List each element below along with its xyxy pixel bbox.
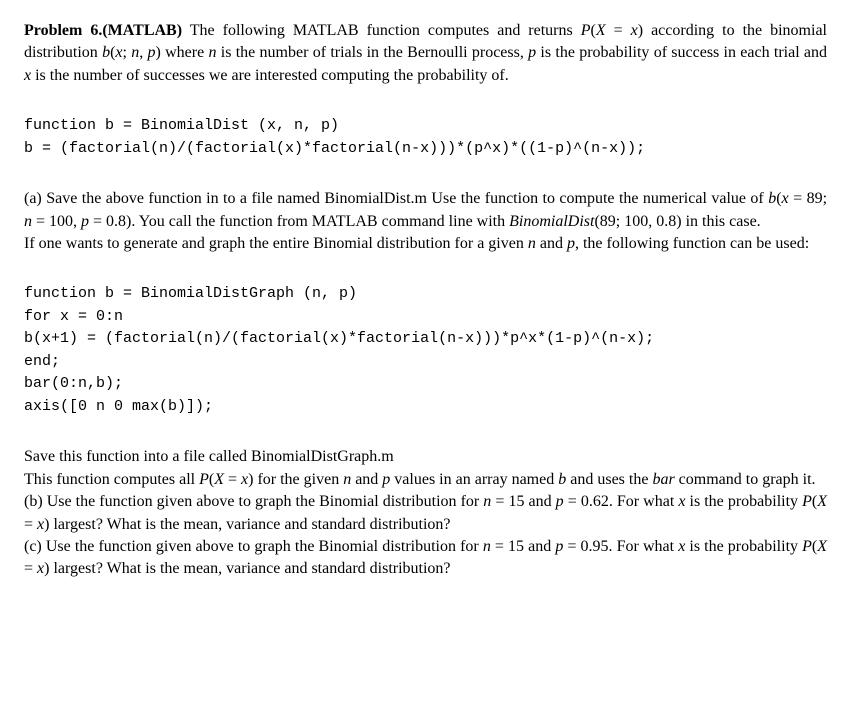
- part-b-text: (b) Use the function given above to grap…: [24, 493, 827, 532]
- code-block-2: function b = BinomialDistGraph (n, p) fo…: [24, 283, 827, 418]
- part-c: (c) Use the function given above to grap…: [24, 536, 827, 581]
- save-text-1: Save this function into a file called Bi…: [24, 448, 394, 465]
- part-a-text: (a) Save the above function in to a file…: [24, 190, 827, 229]
- code-line: end;: [24, 353, 60, 370]
- code-line: bar(0:n,b);: [24, 375, 123, 392]
- problem-title: Problem 6.(MATLAB): [24, 22, 182, 39]
- code-line: function b = BinomialDistGraph (n, p): [24, 285, 357, 302]
- code-block-1: function b = BinomialDist (x, n, p) b = …: [24, 115, 827, 160]
- part-a: (a) Save the above function in to a file…: [24, 188, 827, 255]
- code-line: function b = BinomialDist (x, n, p): [24, 117, 339, 134]
- save-text-2: This function computes all P(X = x) for …: [24, 471, 816, 488]
- part-c-text: (c) Use the function given above to grap…: [24, 538, 827, 577]
- part-a-text-2: If one wants to generate and graph the e…: [24, 235, 809, 252]
- code-line: b(x+1) = (factorial(n)/(factorial(x)*fac…: [24, 330, 654, 347]
- function-name-italic: BinomialDist: [509, 213, 594, 230]
- code-line: for x = 0:n: [24, 308, 123, 325]
- part-b: (b) Use the function given above to grap…: [24, 491, 827, 536]
- save-instruction: Save this function into a file called Bi…: [24, 446, 827, 491]
- code-line: b = (factorial(n)/(factorial(x)*factoria…: [24, 140, 645, 157]
- problem-intro: Problem 6.(MATLAB) The following MATLAB …: [24, 20, 827, 87]
- code-line: axis([0 n 0 max(b)]);: [24, 398, 213, 415]
